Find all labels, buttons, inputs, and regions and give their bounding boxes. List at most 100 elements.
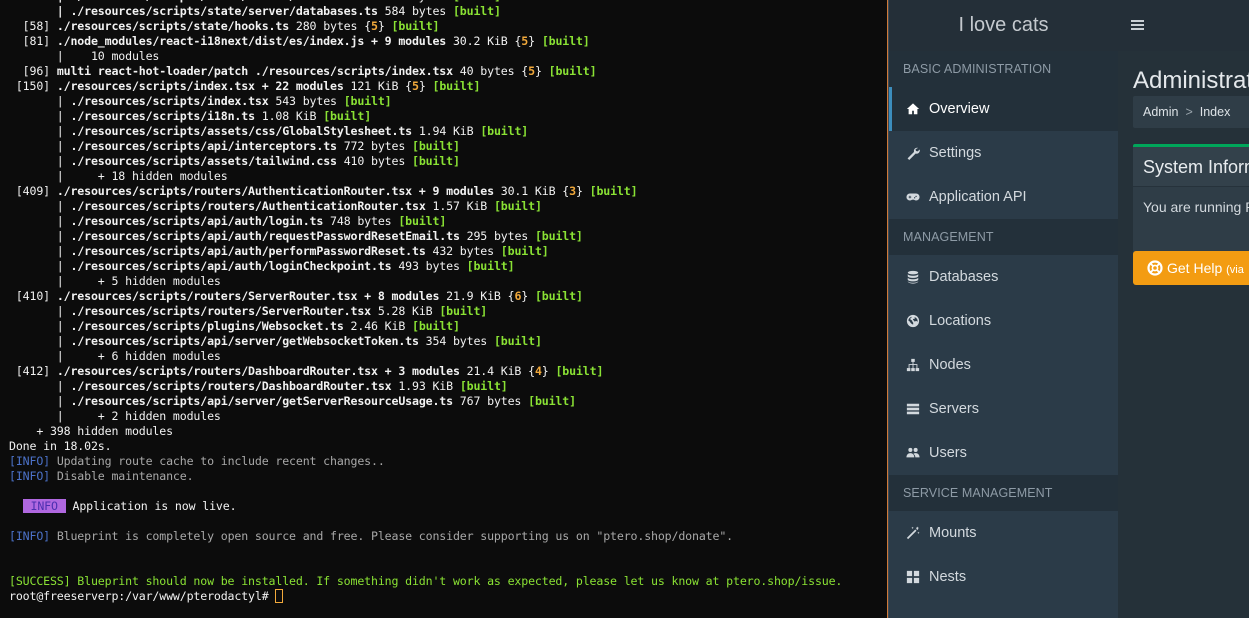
breadcrumb-admin[interactable]: Admin — [1143, 105, 1178, 119]
hamburger-icon[interactable] — [1131, 13, 1147, 37]
terminal-text: 410 bytes — [343, 154, 412, 168]
sidebar-item-label: Nests — [929, 569, 967, 585]
sidebar-item-users[interactable]: Users — [889, 431, 1118, 475]
life-ring-icon — [1147, 260, 1163, 276]
brand-title[interactable]: I love cats — [889, 0, 1118, 51]
terminal-text: 748 bytes — [330, 214, 399, 228]
terminal-text: | — [9, 334, 71, 348]
terminal-text: [built] — [439, 304, 488, 318]
terminal-text: [150] — [9, 79, 57, 93]
terminal-text: 280 bytes — [295, 19, 365, 33]
terminal-text: Done in 18.02s. — [9, 439, 112, 453]
terminal-text: [SUCCESS] Blueprint should now be instal… — [9, 574, 843, 588]
terminal-text: | — [9, 109, 71, 123]
terminal-line: | + 6 hidden modules — [9, 349, 887, 364]
terminal-text: | — [9, 319, 71, 333]
terminal-text: 5 — [371, 19, 378, 33]
terminal-text: Application is now live. — [65, 499, 237, 513]
page-title: Administrat — [1133, 67, 1249, 94]
terminal-line: root@freeserverp:/var/www/pterodactyl# — [9, 589, 887, 604]
sidebar-item-overview[interactable]: Overview — [889, 87, 1118, 131]
terminal-text: | ./resources/scripts/state/server/datab… — [9, 4, 385, 18]
terminal-text: ./resources/scripts/i18n.ts — [70, 109, 262, 123]
main-content: Administrat Admin > Index System Inform Yo… — [1118, 51, 1249, 618]
terminal-text: } — [521, 289, 535, 303]
terminal-text: + 398 hidden modules — [9, 424, 173, 438]
sidebar-item-nodes[interactable]: Nodes — [889, 343, 1118, 387]
terminal-text: ./resources/scripts/api/auth/performPass… — [70, 244, 433, 258]
sidebar-item-label: Locations — [929, 313, 992, 329]
terminal-text: 767 bytes — [459, 394, 529, 408]
sidebar: Basic Administration Overview Settings Appl… — [889, 51, 1118, 618]
terminal-text: | — [9, 199, 71, 213]
terminal-text: | — [9, 124, 71, 138]
terminal-text: | + 5 hidden modules — [9, 274, 221, 288]
terminal-line: [409] ./resources/scripts/routers/Authen… — [9, 184, 887, 199]
home-icon — [905, 87, 921, 131]
terminal-line: | ./resources/scripts/assets/css/GlobalS… — [9, 124, 887, 139]
terminal-text: [built] — [432, 79, 481, 93]
sidebar-item-mounts[interactable]: Mounts — [889, 511, 1118, 555]
terminal-text: [built] — [452, 4, 501, 18]
sidebar-item-application-api[interactable]: Application API — [889, 175, 1118, 219]
terminal-line: | + 18 hidden modules — [9, 169, 887, 184]
terminal-text: [built] — [555, 364, 604, 378]
sidebar-item-label: Nodes — [929, 357, 971, 373]
terminal-line: | ./resources/scripts/api/interceptors.t… — [9, 139, 887, 154]
terminal-line: [58] ./resources/scripts/state/hooks.ts … — [9, 19, 887, 34]
terminal-text: 21.9 KiB — [446, 289, 508, 303]
terminal-text: ./resources/scripts/routers/ServerRouter… — [56, 289, 447, 303]
terminal-text: ./resources/scripts/assets/tailwind.css — [70, 154, 344, 168]
terminal-line: [81] ./node_modules/react-i18next/dist/e… — [9, 34, 887, 49]
terminal-text: 354 bytes — [425, 334, 494, 348]
sidebar-item-nests[interactable]: Nests — [889, 555, 1118, 599]
terminal-text: 5.28 KiB — [377, 304, 440, 318]
system-information-text: You are running P — [1143, 199, 1249, 215]
terminal-text: 2.46 KiB — [350, 319, 413, 333]
terminal-text: } — [541, 364, 556, 378]
get-help-button[interactable]: Get Help (via — [1133, 251, 1249, 285]
terminal-text: 543 bytes — [275, 94, 344, 108]
sidebar-item-settings[interactable]: Settings — [889, 131, 1118, 175]
sidebar-item-label: Mounts — [929, 525, 977, 541]
terminal-text: [built] — [493, 199, 542, 213]
top-navbar: I love cats — [889, 0, 1249, 51]
server-icon — [905, 387, 921, 431]
terminal-text: [built] — [480, 124, 529, 138]
sidebar-item-databases[interactable]: Databases — [889, 255, 1118, 299]
terminal-text: [built] — [500, 244, 549, 258]
terminal-text: 121 KiB — [350, 79, 406, 93]
terminal-line: | ./resources/scripts/api/server/getWebs… — [9, 334, 887, 349]
terminal-cursor — [275, 589, 284, 603]
terminal-text: [built] — [541, 34, 590, 48]
terminal-line: [SUCCESS] Blueprint should now be instal… — [9, 574, 887, 589]
sidebar-header: Service Management — [889, 475, 1118, 511]
sitemap-icon — [905, 343, 921, 387]
terminal-text: [58] — [9, 19, 57, 33]
terminal-text: ./resources/scripts/api/interceptors.ts — [70, 139, 344, 153]
terminal-line: | 10 modules — [9, 49, 887, 64]
terminal-text: 1.57 KiB — [432, 199, 494, 213]
terminal-line: [96] multi react-hot-loader/patch ./reso… — [9, 64, 887, 79]
terminal-text: [built] — [323, 109, 372, 123]
terminal-text: } — [575, 184, 590, 198]
terminal-text: | 10 modules — [9, 49, 160, 63]
sidebar-item-label: Databases — [929, 269, 999, 285]
terminal-text: [built] — [534, 229, 583, 243]
terminal-window[interactable]: | ./resources/scripts/state/server/datab… — [0, 0, 887, 618]
globe-icon — [905, 299, 921, 343]
sidebar-item-locations[interactable]: Locations — [889, 299, 1118, 343]
terminal-text: [81] — [9, 34, 57, 48]
terminal-text: [built] — [412, 139, 460, 153]
terminal-text: { — [405, 79, 412, 93]
terminal-text: ./resources/scripts/api/server/getServer… — [70, 394, 460, 408]
terminal-text: | — [9, 94, 71, 108]
terminal-text: ./resources/scripts/routers/DashboardRou… — [70, 379, 399, 393]
terminal-text: | — [9, 244, 71, 258]
breadcrumb-index: Index — [1199, 105, 1231, 119]
terminal-text: } — [528, 34, 542, 48]
terminal-text: [built] — [412, 319, 460, 333]
sidebar-item-servers[interactable]: Servers — [889, 387, 1118, 431]
